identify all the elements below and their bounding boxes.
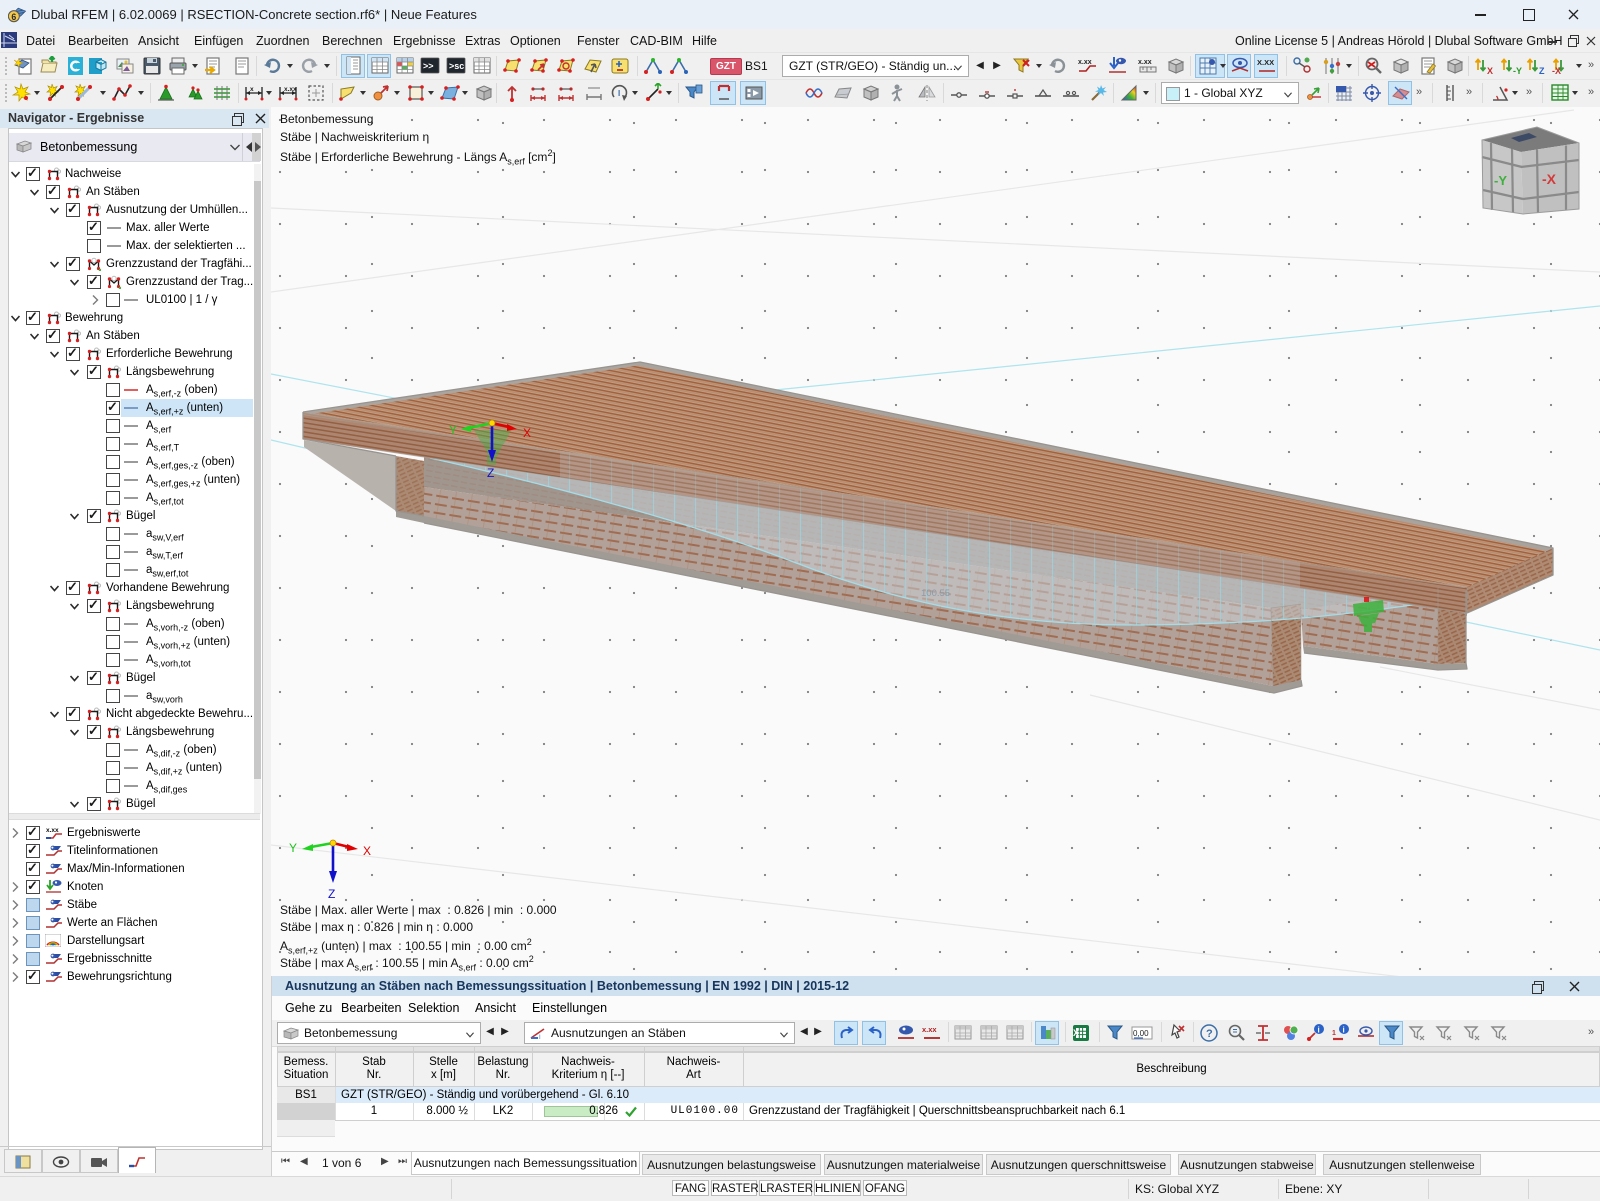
svg-text:x.xx: x.xx: [46, 827, 59, 834]
svg-text:>>: >>: [423, 61, 434, 71]
svg-text:Y: Y: [289, 841, 297, 855]
svg-text:>sc: >sc: [449, 61, 464, 71]
svg-text:i: i: [1343, 1026, 1345, 1035]
svg-text:-Y: -Y: [1494, 173, 1507, 188]
svg-text:-X: -X: [1542, 171, 1557, 187]
svg-text:x.xx: x.xx: [284, 86, 297, 93]
svg-text:-X: -X: [1552, 66, 1561, 76]
svg-text:x: x: [250, 86, 254, 93]
svg-text:?: ?: [1206, 1028, 1213, 1040]
svg-text:X: X: [1487, 66, 1493, 76]
svg-text:Z: Z: [328, 887, 335, 901]
svg-text:Y: Y: [449, 423, 457, 437]
svg-text:100.55: 100.55: [921, 588, 950, 599]
svg-text:X: X: [523, 426, 531, 440]
svg-text:1: 1: [1332, 1030, 1336, 1037]
svg-text:0,00: 0,00: [1133, 1029, 1149, 1038]
svg-text:I: I: [618, 89, 620, 98]
svg-text:X: X: [1073, 1028, 1079, 1038]
svg-text:I: I: [539, 1035, 541, 1040]
svg-text:Z: Z: [487, 466, 494, 480]
svg-text:6: 6: [11, 12, 16, 22]
svg-text:X.XX: X.XX: [1257, 58, 1274, 67]
svg-text:-Y: -Y: [1513, 66, 1522, 76]
svg-text:X: X: [363, 844, 371, 858]
svg-text:Z: Z: [1539, 66, 1545, 76]
svg-text:x.xx: x.xx: [1078, 59, 1092, 66]
svg-text:x.xx: x.xx: [1138, 59, 1152, 66]
svg-text:i: i: [1318, 1026, 1320, 1035]
svg-text:x.xx: x.xx: [922, 1025, 937, 1034]
